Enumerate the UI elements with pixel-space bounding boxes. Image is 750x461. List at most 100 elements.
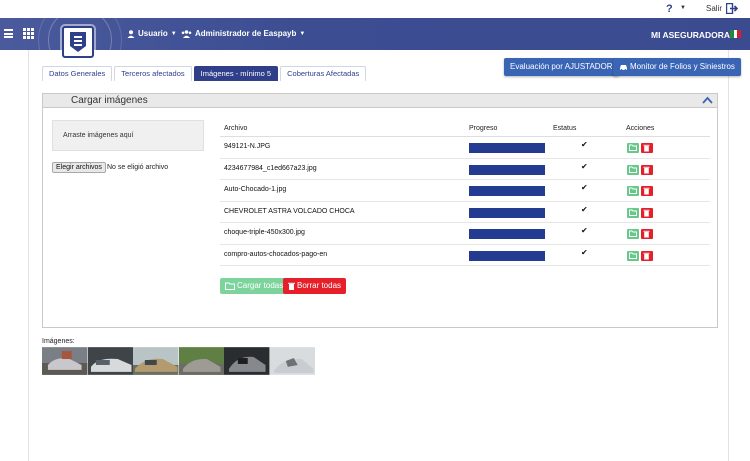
upload-file-button[interactable] (627, 143, 639, 153)
trash-icon (643, 144, 650, 152)
tab-terceros-afectados[interactable]: Terceros afectados (114, 66, 192, 81)
car-icon (620, 65, 627, 71)
thumbnail-6[interactable] (269, 347, 316, 375)
tab-datos-generales[interactable]: Datos Generales (42, 66, 113, 81)
progress-fill (469, 250, 545, 261)
thumbnail-4[interactable] (178, 347, 225, 375)
file-name: compro-autos-chocados-pago-en (224, 250, 328, 258)
upload-images-panel: Cargar imágenes Arraste imágenes aquí El… (42, 93, 718, 328)
panel-header[interactable]: Cargar imágenes (43, 94, 717, 108)
trash-icon (643, 166, 650, 173)
delete-all-label: Borrar todas (297, 281, 342, 290)
table-row: compro-autos-chocados-pago-en ✔ (220, 245, 710, 266)
mexico-flag-icon[interactable] (730, 30, 742, 38)
upload-file-button[interactable] (627, 250, 639, 261)
upload-file-button[interactable] (627, 229, 639, 239)
chevron-down-icon: ▼ (299, 30, 306, 37)
file-name: choque-triple-450x300.jpg (224, 229, 305, 236)
check-icon: ✔ (581, 247, 588, 257)
progress-fill (469, 207, 545, 218)
progress-bar (469, 207, 545, 218)
thumbnail-5[interactable] (224, 347, 270, 375)
delete-file-button[interactable] (641, 250, 653, 261)
upload-folder-icon (629, 252, 637, 259)
dropzone-text: Arraste imágenes aquí (63, 132, 134, 139)
upload-folder-icon (629, 230, 637, 237)
image-thumbnails (42, 347, 315, 375)
admin-menu[interactable]: Administrador de Easpayb ▼ (181, 29, 305, 38)
admin-menu-label: Administrador de Easpayb (195, 29, 297, 38)
image-dropzone[interactable]: Arraste imágenes aquí (52, 120, 204, 151)
delete-file-button[interactable] (641, 164, 653, 175)
progress-fill (469, 164, 545, 175)
choose-files-button[interactable]: Elegir archivos (52, 162, 106, 173)
table-row: choque-triple-450x300.jpg ✔ (220, 223, 710, 245)
users-icon (181, 29, 192, 38)
logout-icon[interactable] (726, 3, 738, 14)
file-name: 4234677984_c1ed667a23.jpg (224, 164, 317, 172)
trash-icon (288, 282, 295, 290)
upload-folder-icon (225, 282, 235, 290)
table-row: CHEVROLET ASTRA VOLCADO CHOCA ✔ (220, 202, 710, 223)
files-table: Archivo Progreso Estatus Acciones 949121… (220, 122, 710, 266)
delete-file-button[interactable] (641, 143, 653, 153)
trash-icon (643, 187, 650, 195)
files-table-body: 949121-N.JPG ✔ 4234677984_c1ed667a23.jpg ✔ A… (220, 137, 710, 266)
user-menu-label: Usuario (138, 29, 168, 38)
tab-imagenes[interactable]: Imágenes - mínimo 5 (193, 66, 279, 81)
evaluation-button[interactable]: Evaluación por AJUSTADOR (504, 58, 619, 76)
delete-file-button[interactable] (641, 229, 653, 239)
hamburger-icon[interactable] (4, 29, 13, 38)
upload-folder-icon (629, 187, 637, 194)
apps-grid-icon[interactable] (23, 28, 34, 39)
upload-all-button[interactable]: Cargar todas (220, 278, 289, 294)
table-row: Auto-Chocado-1.jpg ✔ (220, 180, 710, 202)
shield-icon (70, 32, 86, 52)
progress-bar (469, 229, 545, 239)
user-menu[interactable]: Usuario ▼ (127, 29, 177, 38)
monitor-button-label: Monitor de Folios y Siniestros (630, 62, 735, 71)
table-row: 4234677984_c1ed667a23.jpg ✔ (220, 159, 710, 180)
column-status: Estatus (553, 125, 577, 132)
upload-file-button[interactable] (627, 164, 639, 175)
monitor-button[interactable]: Monitor de Folios y Siniestros (613, 58, 741, 76)
upload-folder-icon (629, 166, 637, 173)
check-icon: ✔ (581, 140, 588, 149)
thumbnail-3[interactable] (133, 347, 179, 375)
thumbnail-2[interactable] (87, 347, 134, 375)
tab-coberturas-afectadas[interactable]: Coberturas Afectadas (280, 66, 367, 81)
column-file: Archivo (224, 125, 248, 132)
help-icon[interactable]: ? (666, 3, 673, 15)
column-actions: Acciones (626, 125, 655, 132)
progress-bar (469, 143, 545, 153)
column-progress: Progreso (469, 125, 498, 132)
upload-folder-icon (629, 144, 637, 151)
user-icon (127, 29, 135, 38)
chevron-down-icon[interactable]: ▼ (680, 5, 686, 11)
logout-link[interactable]: Salir (706, 4, 722, 13)
images-label: Imágenes: (42, 338, 75, 345)
claim-tabs: Datos Generales Terceros afectados Imáge… (42, 66, 367, 81)
thumbnail-1[interactable] (42, 347, 88, 375)
upload-file-button[interactable] (627, 186, 639, 196)
progress-fill (469, 186, 545, 196)
delete-file-button[interactable] (641, 207, 653, 218)
progress-fill (469, 143, 545, 153)
upload-file-button[interactable] (627, 207, 639, 218)
check-icon: ✔ (581, 204, 588, 214)
app-logo[interactable] (62, 26, 94, 58)
delete-file-button[interactable] (641, 186, 653, 196)
delete-all-button[interactable]: Borrar todas (283, 278, 347, 294)
upload-folder-icon (629, 209, 637, 216)
content-border-left (28, 50, 29, 461)
no-file-text: No se eligió archivo (107, 164, 169, 171)
main-navbar: Usuario ▼ Administrador de Easpayb ▼ MI … (0, 0, 750, 82)
progress-bar (469, 164, 545, 175)
trash-icon (643, 252, 650, 259)
progress-bar (469, 186, 545, 196)
check-icon: ✔ (581, 183, 588, 192)
content-border-right (728, 50, 729, 461)
insurer-name: MI ASEGURADORA (651, 30, 731, 40)
progress-fill (469, 229, 545, 239)
chevron-up-icon[interactable] (702, 95, 713, 105)
